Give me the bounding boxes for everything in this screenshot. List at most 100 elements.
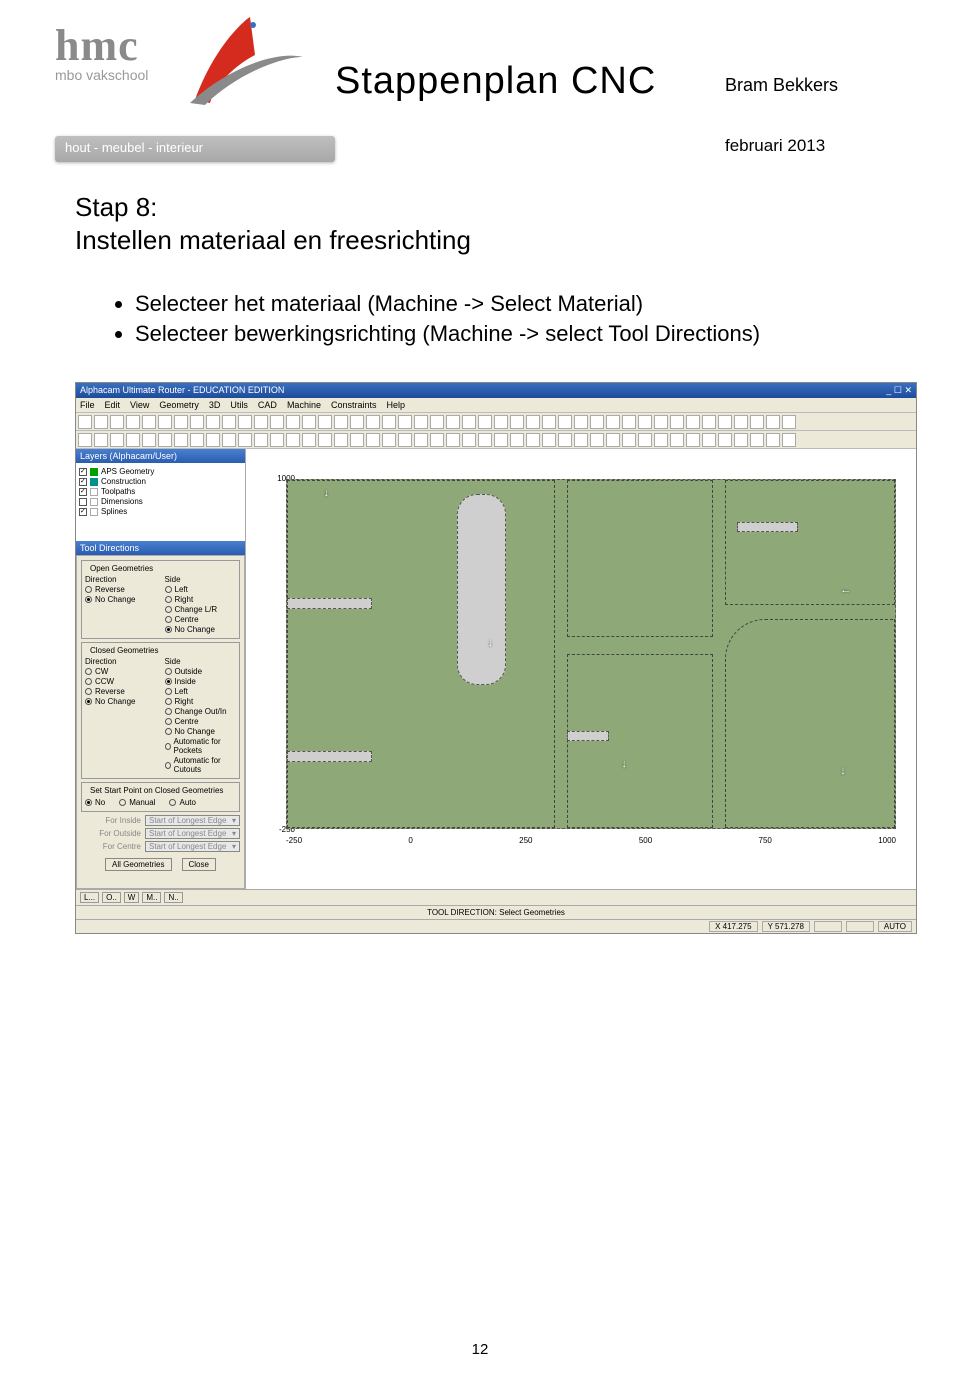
toolbar-icon[interactable] [478,433,492,447]
toolbar-icon[interactable] [366,433,380,447]
layer-row[interactable]: Toolpaths [79,487,242,496]
toolbar-icon[interactable] [718,433,732,447]
radio-icon[interactable] [119,799,126,806]
toolbar-icon[interactable] [94,433,108,447]
toolbar-icon[interactable] [110,415,124,429]
checkbox-icon[interactable] [79,508,87,516]
toolbar-icon[interactable] [750,433,764,447]
radio-icon[interactable] [165,606,172,613]
toolbar-icon[interactable] [782,433,796,447]
toolbar-icon[interactable] [238,415,252,429]
toolbar-icon[interactable] [238,433,252,447]
toolbar-icon[interactable] [190,433,204,447]
toolbar-icon[interactable] [174,415,188,429]
toolbar-icon[interactable] [222,433,236,447]
radio-cw[interactable]: CW [85,667,157,676]
toolbar-icon[interactable] [142,433,156,447]
menu-item[interactable]: CAD [258,400,277,410]
radio-autopockets[interactable]: Automatic for Pockets [165,737,237,755]
toolbar-1[interactable] [76,413,916,431]
radio-icon[interactable] [85,799,92,806]
toolbar-icon[interactable] [286,415,300,429]
toolbar-icon[interactable] [158,433,172,447]
toolbar-icon[interactable] [142,415,156,429]
toolbar-icon[interactable] [670,433,684,447]
toolbar-icon[interactable] [382,433,396,447]
layer-row[interactable]: Splines [79,507,242,516]
toolbar-icon[interactable] [446,433,460,447]
dropdown-inside[interactable]: Start of Longest Edge▾ [145,815,240,826]
radio-icon[interactable] [165,678,172,685]
menu-item[interactable]: 3D [209,400,221,410]
radio-sp-manual[interactable]: Manual [119,798,155,807]
radio-nochange[interactable]: No Change [85,595,157,604]
radio-centre2[interactable]: Centre [165,717,237,726]
toolbar-icon[interactable] [254,415,268,429]
toolbar-icon[interactable] [78,433,92,447]
radio-changeoi[interactable]: Change Out/In [165,707,237,716]
radio-inside[interactable]: Inside [165,677,237,686]
toolbar-icon[interactable] [366,415,380,429]
toolbar-2[interactable] [76,431,916,449]
toolbar-icon[interactable] [398,433,412,447]
toolbar-icon[interactable] [750,415,764,429]
toolbar-icon[interactable] [766,433,780,447]
radio-nochange-side[interactable]: No Change [165,625,237,634]
toolbar-icon[interactable] [414,433,428,447]
toolbar-icon[interactable] [574,433,588,447]
radio-right2[interactable]: Right [165,697,237,706]
radio-autocutouts[interactable]: Automatic for Cutouts [165,756,237,774]
radio-icon[interactable] [85,586,92,593]
toolbar-icon[interactable] [606,433,620,447]
radio-left[interactable]: Left [165,585,237,594]
dropdown-outside[interactable]: Start of Longest Edge▾ [145,828,240,839]
radio-icon[interactable] [165,688,172,695]
toolbar-icon[interactable] [350,433,364,447]
toolbar-icon[interactable] [542,433,556,447]
radio-icon[interactable] [165,708,172,715]
radio-reverse2[interactable]: Reverse [85,687,157,696]
toolbar-icon[interactable] [526,415,540,429]
toolbar-icon[interactable] [686,433,700,447]
radio-icon[interactable] [165,586,172,593]
drawing-canvas[interactable]: 1000 -250 [246,449,916,889]
toolbar-icon[interactable] [270,433,284,447]
toolbar-icon[interactable] [78,415,92,429]
toolbar-icon[interactable] [318,415,332,429]
toolbar-icon[interactable] [190,415,204,429]
tab-button[interactable]: N.. [164,892,182,903]
toolbar-icon[interactable] [702,433,716,447]
toolbar-icon[interactable] [254,433,268,447]
menu-item[interactable]: Utils [230,400,248,410]
toolbar-icon[interactable] [302,433,316,447]
radio-icon[interactable] [165,728,172,735]
toolbar-icon[interactable] [574,415,588,429]
menu-item[interactable]: File [80,400,95,410]
radio-icon[interactable] [165,762,171,769]
toolbar-icon[interactable] [110,433,124,447]
view-tabs[interactable]: L... O.. W M.. N.. [76,889,916,905]
radio-icon[interactable] [165,718,172,725]
toolbar-icon[interactable] [350,415,364,429]
radio-icon[interactable] [85,596,92,603]
layer-row[interactable]: Construction [79,477,242,486]
radio-ccw[interactable]: CCW [85,677,157,686]
menu-item[interactable]: Machine [287,400,321,410]
toolbar-icon[interactable] [558,433,572,447]
toolbar-icon[interactable] [334,433,348,447]
layer-row[interactable]: APS Geometry [79,467,242,476]
checkbox-icon[interactable] [79,478,87,486]
tab-button[interactable]: W [124,892,140,903]
layer-row[interactable]: Dimensions [79,497,242,506]
toolbar-icon[interactable] [462,415,476,429]
radio-icon[interactable] [85,688,92,695]
toolbar-icon[interactable] [606,415,620,429]
toolbar-icon[interactable] [702,415,716,429]
toolbar-icon[interactable] [126,415,140,429]
radio-reverse[interactable]: Reverse [85,585,157,594]
toolbar-icon[interactable] [766,415,780,429]
menu-item[interactable]: View [130,400,149,410]
toolbar-icon[interactable] [718,415,732,429]
toolbar-icon[interactable] [622,433,636,447]
toolbar-icon[interactable] [286,433,300,447]
